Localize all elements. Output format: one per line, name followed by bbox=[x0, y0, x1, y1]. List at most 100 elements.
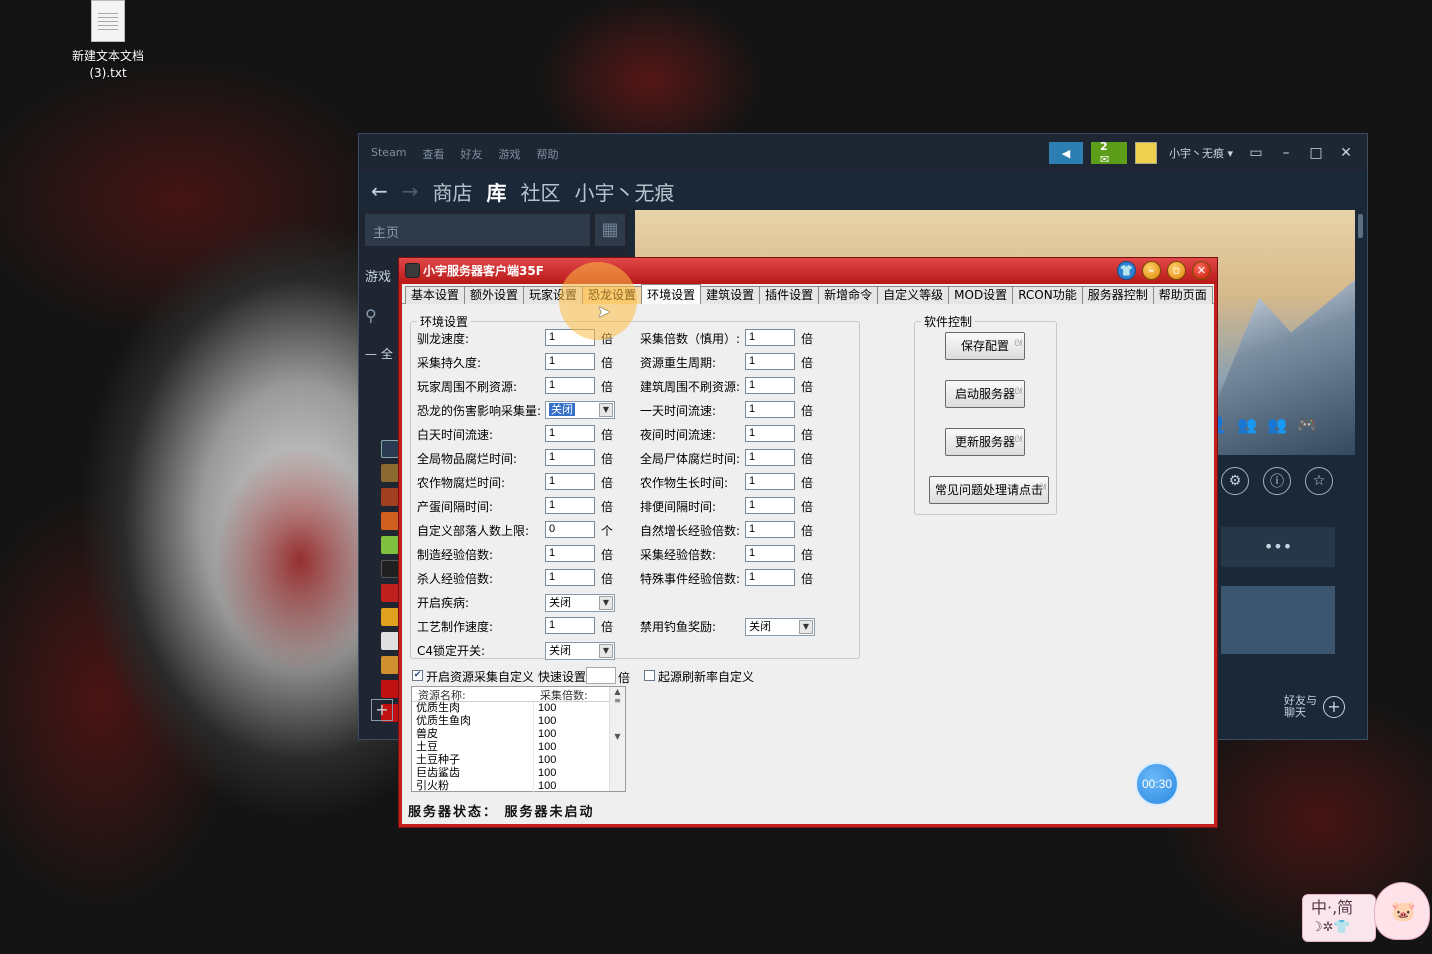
close-icon[interactable]: ✕ bbox=[1192, 261, 1211, 280]
respawn-custom-checkbox[interactable] bbox=[644, 670, 655, 681]
skin-shirt-icon[interactable]: 👕 bbox=[1117, 261, 1136, 280]
settings-gear-icon[interactable]: ⚙ bbox=[1221, 467, 1249, 495]
table-row[interactable]: 引火粉 100 bbox=[412, 780, 625, 793]
c4-lock-select[interactable]: 关闭 ▼ bbox=[545, 642, 615, 660]
game-icon[interactable] bbox=[381, 656, 399, 674]
quick-set-input[interactable] bbox=[586, 667, 616, 684]
nav-store[interactable]: 商店 bbox=[433, 177, 473, 206]
game-icon[interactable] bbox=[381, 440, 399, 458]
resource-value[interactable]: 100 bbox=[534, 780, 556, 793]
nav-library[interactable]: 库 bbox=[487, 177, 507, 206]
chevron-down-icon[interactable]: ▼ bbox=[799, 620, 813, 634]
structure-no-resource-radius-input[interactable]: 1 bbox=[745, 377, 795, 394]
egg-interval-input[interactable]: 1 bbox=[545, 497, 595, 514]
friends-chat-button[interactable]: 好友与 聊天 + bbox=[1284, 695, 1345, 719]
tame-speed-input[interactable]: 1 bbox=[545, 329, 595, 346]
maximize-icon[interactable]: ▫ bbox=[1167, 261, 1186, 280]
kill-xp-input[interactable]: 1 bbox=[545, 569, 595, 586]
tab-plugins[interactable]: 插件设置 bbox=[759, 286, 820, 304]
grid-view-icon[interactable]: ▦ bbox=[595, 214, 625, 246]
resource-value[interactable]: 100 bbox=[534, 754, 556, 767]
minimize-icon[interactable]: – bbox=[1275, 145, 1297, 161]
tab-basic[interactable]: 基本设置 bbox=[405, 286, 466, 304]
faq-button[interactable]: 常见问题处理请点击 ᘛ bbox=[929, 476, 1049, 504]
table-scrollbar[interactable]: ▲ ≡ ▼ bbox=[609, 687, 625, 791]
steam-scrollbar[interactable] bbox=[1358, 214, 1363, 238]
favorite-star-icon[interactable]: ☆ bbox=[1305, 467, 1333, 495]
add-game-button[interactable]: + bbox=[371, 699, 393, 721]
steam-menu-steam[interactable]: Steam bbox=[371, 146, 407, 162]
harvest-xp-input[interactable]: 1 bbox=[745, 545, 795, 562]
game-icon[interactable] bbox=[381, 512, 399, 530]
account-menu[interactable]: 小宇丶无痕 ▾ bbox=[1165, 145, 1237, 161]
poop-interval-input[interactable]: 1 bbox=[745, 497, 795, 514]
table-row[interactable]: 土豆 100 bbox=[412, 741, 625, 754]
table-row[interactable]: 优质生鱼肉 100 bbox=[412, 715, 625, 728]
recording-timer[interactable]: 00:30 bbox=[1135, 762, 1179, 806]
tab-building[interactable]: 建筑设置 bbox=[700, 286, 761, 304]
crop-decay-input[interactable]: 1 bbox=[545, 473, 595, 490]
search-icon[interactable]: ⚲ bbox=[365, 306, 401, 326]
item-decay-input[interactable]: 1 bbox=[545, 449, 595, 466]
player-no-resource-radius-input[interactable]: 1 bbox=[545, 377, 595, 394]
game-icon[interactable] bbox=[381, 464, 399, 482]
close-icon[interactable]: ✕ bbox=[1335, 145, 1357, 161]
dino-damage-harvest-select[interactable]: 关闭 ▼ bbox=[545, 401, 615, 419]
tab-dino[interactable]: 恐龙设置 bbox=[582, 286, 643, 304]
game-icon[interactable] bbox=[381, 680, 399, 698]
resource-value[interactable]: 100 bbox=[534, 702, 556, 715]
info-icon[interactable]: ⓘ bbox=[1263, 467, 1291, 495]
steam-menu-games[interactable]: 游戏 bbox=[499, 146, 521, 162]
tab-commands[interactable]: 新增命令 bbox=[818, 286, 879, 304]
resource-value[interactable]: 100 bbox=[534, 728, 556, 741]
tab-mod[interactable]: MOD设置 bbox=[948, 286, 1014, 304]
day-cycle-speed-input[interactable]: 1 bbox=[745, 401, 795, 418]
chevron-down-icon[interactable]: ▼ bbox=[599, 596, 613, 610]
nav-profile[interactable]: 小宇丶无痕 bbox=[575, 177, 675, 206]
steam-menu-help[interactable]: 帮助 bbox=[537, 146, 559, 162]
start-server-button[interactable]: 启动服务器 ᘛ bbox=[945, 380, 1025, 408]
table-row[interactable]: 巨齿鲨齿 100 bbox=[412, 767, 625, 780]
resource-custom-checkbox[interactable]: ✔ bbox=[412, 670, 423, 681]
tab-help[interactable]: 帮助页面 bbox=[1152, 286, 1213, 304]
game-icon[interactable] bbox=[381, 536, 399, 554]
harvest-durability-input[interactable]: 1 bbox=[545, 353, 595, 370]
resource-value[interactable]: 100 bbox=[534, 767, 556, 780]
sidebar-all-label[interactable]: — 全 bbox=[365, 345, 401, 365]
crop-growth-input[interactable]: 1 bbox=[745, 473, 795, 490]
craft-speed-input[interactable]: 1 bbox=[545, 617, 595, 634]
game-icon[interactable] bbox=[381, 560, 399, 578]
tab-environment[interactable]: 环境设置 bbox=[641, 284, 702, 304]
tab-rcon[interactable]: RCON功能 bbox=[1012, 286, 1083, 304]
harvest-multiplier-input[interactable]: 1 bbox=[745, 329, 795, 346]
minimize-icon[interactable]: – bbox=[1142, 261, 1161, 280]
passive-xp-input[interactable]: 1 bbox=[745, 521, 795, 538]
ime-status-box[interactable]: 中·,简 ☽✲👕 bbox=[1302, 894, 1376, 942]
tab-player[interactable]: 玩家设置 bbox=[523, 286, 584, 304]
disease-select[interactable]: 关闭 ▼ bbox=[545, 594, 615, 612]
day-speed-input[interactable]: 1 bbox=[545, 425, 595, 442]
resource-value[interactable]: 100 bbox=[534, 715, 556, 728]
avatar[interactable] bbox=[1134, 142, 1157, 164]
table-row[interactable]: 优质生肉 100 bbox=[412, 702, 625, 715]
resource-respawn-input[interactable]: 1 bbox=[745, 353, 795, 370]
game-icon[interactable] bbox=[381, 584, 399, 602]
tab-custom-levels[interactable]: 自定义等级 bbox=[877, 286, 950, 304]
table-row[interactable]: 兽皮 100 bbox=[412, 728, 625, 741]
fishing-reward-select[interactable]: 关闭 ▼ bbox=[745, 618, 815, 636]
game-icon[interactable] bbox=[381, 488, 399, 506]
chevron-down-icon[interactable]: ▼ bbox=[599, 644, 613, 658]
game-icon[interactable] bbox=[381, 632, 399, 650]
tab-server-control[interactable]: 服务器控制 bbox=[1081, 286, 1154, 304]
table-row[interactable]: 土豆种子 100 bbox=[412, 754, 625, 767]
forward-arrow-icon[interactable]: → bbox=[402, 179, 419, 203]
chevron-down-icon[interactable]: ▼ bbox=[599, 403, 613, 417]
desktop-file-icon[interactable]: 新建文本文档 (3).txt bbox=[66, 0, 150, 82]
back-arrow-icon[interactable]: ← bbox=[371, 179, 388, 203]
sidebar-home[interactable]: 主页 bbox=[365, 214, 590, 246]
steam-menu-friends[interactable]: 好友 bbox=[461, 146, 483, 162]
more-options-button[interactable]: ••• bbox=[1221, 527, 1335, 567]
nav-community[interactable]: 社区 bbox=[521, 177, 561, 206]
resource-value[interactable]: 100 bbox=[534, 741, 556, 754]
maximize-icon[interactable]: □ bbox=[1305, 145, 1327, 161]
